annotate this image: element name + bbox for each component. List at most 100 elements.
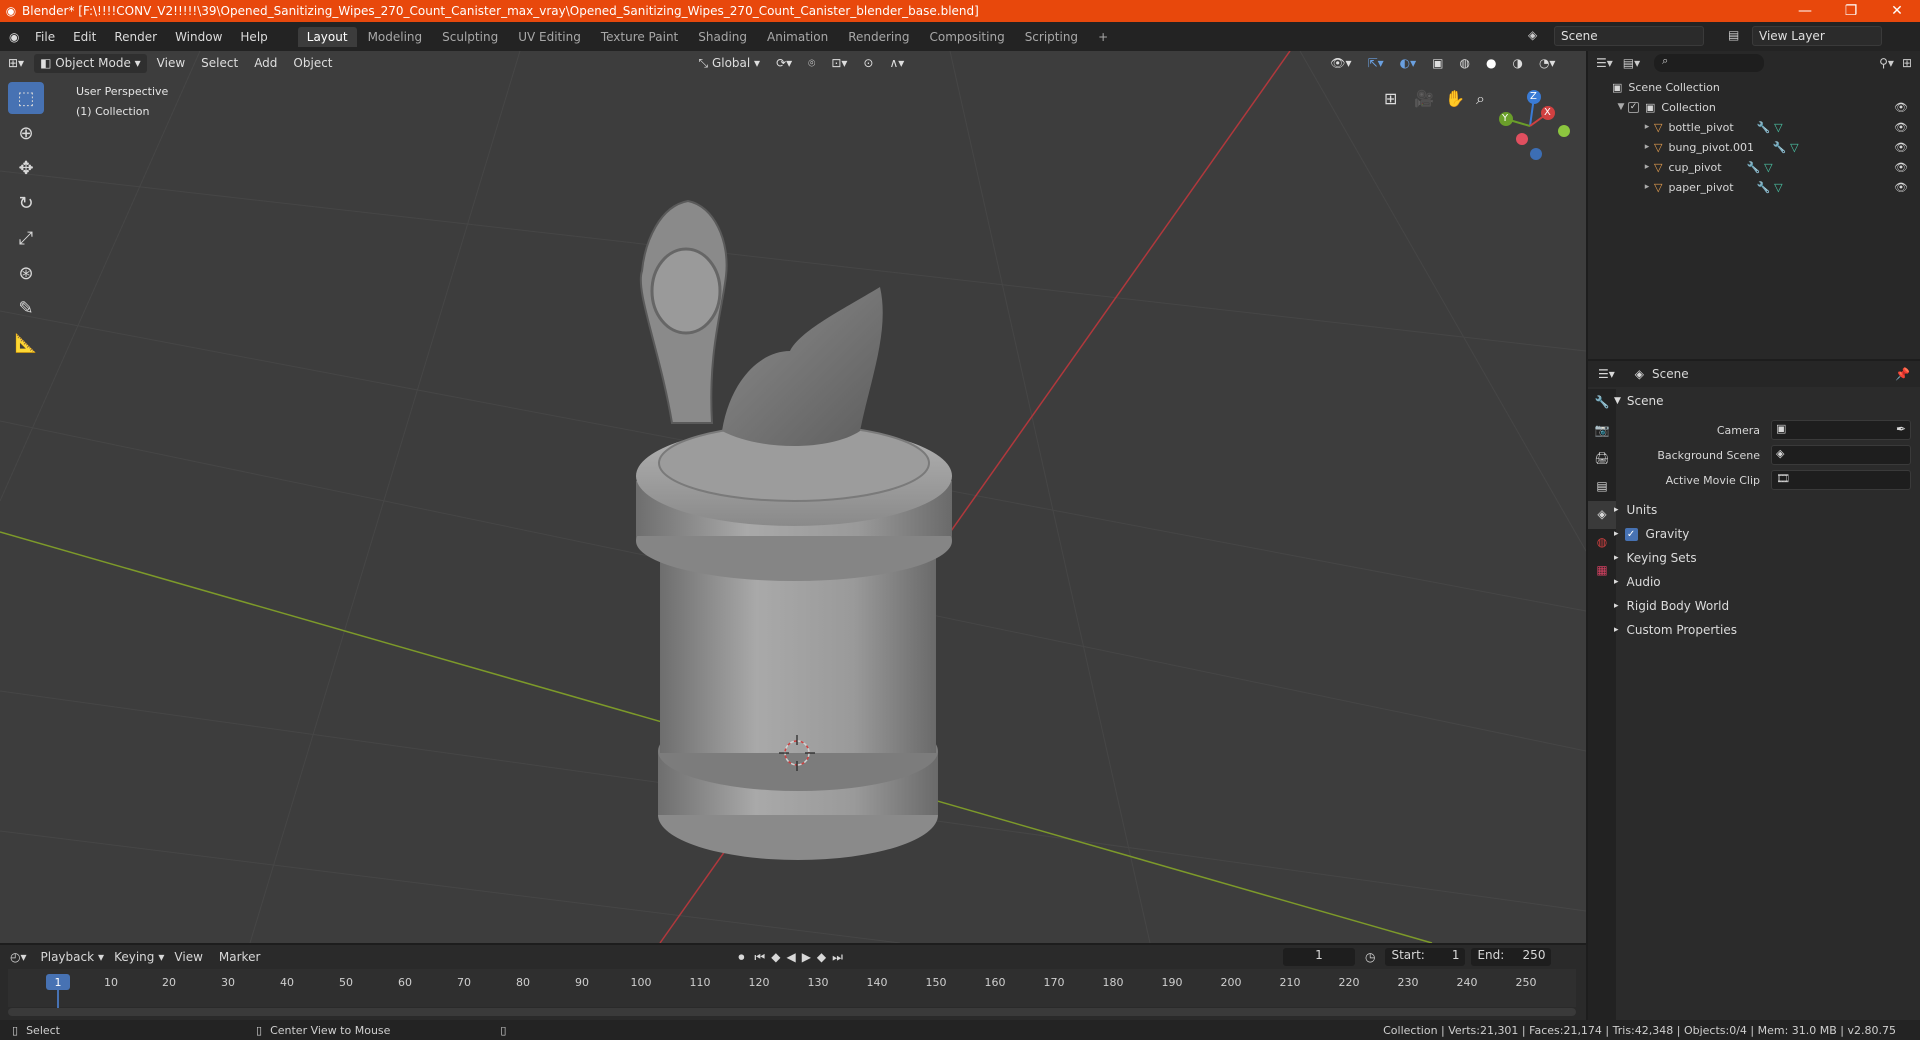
next-keyframe-icon[interactable]: ◆ bbox=[817, 950, 826, 964]
outliner-editor-icon[interactable]: ☰▾ bbox=[1596, 56, 1613, 70]
menu-render[interactable]: Render bbox=[105, 30, 166, 44]
scene-panel-header[interactable]: ▼ Scene bbox=[1614, 394, 1664, 408]
rendered-shading-icon[interactable]: ◔▾ bbox=[1533, 54, 1562, 73]
rigid-body-world-panel[interactable]: ▸ Rigid Body World bbox=[1614, 599, 1729, 613]
view-layer-selector[interactable]: View Layer bbox=[1752, 26, 1882, 46]
object-visibility-icon[interactable]: 👁 bbox=[1894, 141, 1908, 154]
record-icon[interactable]: ⏺ bbox=[738, 950, 744, 965]
menu-timeline-view[interactable]: View bbox=[174, 950, 202, 964]
minimize-icon[interactable]: — bbox=[1782, 3, 1828, 19]
outliner-row-object[interactable]: ▸ ▽ bung_pivot.001 🔧 ▽ 👁 bbox=[1588, 137, 1920, 157]
tab-uv-editing[interactable]: UV Editing bbox=[509, 27, 590, 47]
camera-field[interactable]: ▣ ✒ bbox=[1771, 420, 1911, 440]
expand-object-icon[interactable]: ▸ bbox=[1640, 182, 1654, 192]
proportional-edit-icon[interactable]: ⊙ bbox=[857, 54, 879, 73]
play-icon[interactable]: ▶ bbox=[802, 950, 811, 964]
menu-keying[interactable]: Keying bbox=[114, 950, 154, 964]
toggle-camera-grid-icon[interactable]: ⊞ bbox=[1384, 89, 1397, 108]
new-collection-icon[interactable]: ⊞ bbox=[1902, 56, 1912, 70]
tab-scripting[interactable]: Scripting bbox=[1016, 27, 1087, 47]
tool-tab-icon[interactable]: 🔧 bbox=[1588, 389, 1616, 417]
tab-texture-paint[interactable]: Texture Paint bbox=[592, 27, 687, 47]
tab-sculpting[interactable]: Sculpting bbox=[433, 27, 507, 47]
falloff-icon[interactable]: ∧▾ bbox=[883, 54, 910, 73]
expand-collection-icon[interactable]: ▼ bbox=[1614, 102, 1628, 112]
keying-sets-panel[interactable]: ▸ Keying Sets bbox=[1614, 551, 1697, 565]
start-frame-field[interactable]: Start: 1 bbox=[1385, 948, 1466, 966]
menu-object[interactable]: Object bbox=[287, 54, 338, 73]
menu-playback[interactable]: Playback bbox=[41, 950, 95, 964]
menu-add[interactable]: Add bbox=[248, 54, 283, 73]
add-workspace-button[interactable]: + bbox=[1089, 27, 1117, 47]
world-tab-icon[interactable]: ◍ bbox=[1588, 529, 1616, 557]
tab-shading[interactable]: Shading bbox=[689, 27, 756, 47]
editor-type-icon[interactable]: ⊞▾ bbox=[2, 54, 30, 73]
object-visibility-icon[interactable]: 👁 bbox=[1894, 181, 1908, 194]
measure-tool-icon[interactable]: 📐 bbox=[8, 327, 44, 359]
menu-window[interactable]: Window bbox=[166, 30, 231, 44]
units-panel[interactable]: ▸ Units bbox=[1614, 503, 1657, 517]
pivot-point-icon[interactable]: ⟳▾ bbox=[770, 54, 798, 73]
zoom-icon[interactable]: ⌕ bbox=[1476, 89, 1485, 109]
menu-file[interactable]: File bbox=[26, 30, 64, 44]
expand-object-icon[interactable]: ▸ bbox=[1640, 122, 1654, 132]
tab-layout[interactable]: Layout bbox=[297, 26, 357, 47]
outliner-search-input[interactable]: ⌕ bbox=[1654, 54, 1765, 72]
background-scene-field[interactable]: ◈ bbox=[1771, 445, 1911, 465]
gizmo-toggle-icon[interactable]: ⇱▾ bbox=[1362, 54, 1390, 73]
current-frame-field[interactable]: 1 bbox=[1282, 948, 1355, 966]
outliner-row-object[interactable]: ▸ ▽ cup_pivot 🔧 ▽ 👁 bbox=[1588, 157, 1920, 177]
snap-icon[interactable]: ⌾ bbox=[802, 54, 821, 73]
outliner-row-scene-collection[interactable]: ▣ Scene Collection bbox=[1588, 77, 1920, 97]
menu-edit[interactable]: Edit bbox=[64, 30, 105, 44]
annotate-tool-icon[interactable]: ✎ bbox=[8, 292, 44, 324]
camera-view-icon[interactable]: 🎥 bbox=[1414, 89, 1434, 108]
outliner-row-object[interactable]: ▸ ▽ paper_pivot 🔧 ▽ 👁 bbox=[1588, 177, 1920, 197]
menu-help[interactable]: Help bbox=[231, 30, 276, 44]
wireframe-shading-icon[interactable]: ◍ bbox=[1453, 54, 1475, 73]
select-box-tool-icon[interactable]: ⬚ bbox=[8, 82, 44, 114]
pin-icon[interactable]: 📌 bbox=[1895, 367, 1910, 381]
move-tool-icon[interactable]: ✥ bbox=[8, 152, 44, 184]
tab-compositing[interactable]: Compositing bbox=[920, 27, 1013, 47]
tab-modeling[interactable]: Modeling bbox=[359, 27, 432, 47]
overlay-toggle-icon[interactable]: ◐▾ bbox=[1394, 54, 1423, 73]
menu-view[interactable]: View bbox=[151, 54, 191, 73]
transform-orientation-dropdown[interactable]: ⤡ Global ▾ bbox=[693, 54, 767, 73]
collection-checkbox[interactable]: ✓ bbox=[1628, 101, 1639, 113]
tab-animation[interactable]: Animation bbox=[758, 27, 837, 47]
scene-icon[interactable]: ◈ bbox=[1528, 28, 1537, 42]
object-visibility-icon[interactable]: 👁 bbox=[1894, 161, 1908, 174]
eyedropper-icon[interactable]: ✒ bbox=[1896, 422, 1906, 436]
object-mode-dropdown[interactable]: ◧ Object Mode ▾ bbox=[34, 53, 147, 73]
rotate-tool-icon[interactable]: ↻ bbox=[8, 187, 44, 219]
scale-tool-icon[interactable]: ⤢ bbox=[8, 222, 44, 254]
timeline-editor-icon[interactable]: ◴▾ bbox=[10, 950, 27, 964]
texture-tab-icon[interactable]: ▦ bbox=[1588, 557, 1616, 585]
view-layer-icon[interactable]: ▤ bbox=[1728, 28, 1739, 42]
expand-object-icon[interactable]: ▸ bbox=[1640, 162, 1654, 172]
custom-properties-panel[interactable]: ▸ Custom Properties bbox=[1614, 623, 1737, 637]
play-reverse-icon[interactable]: ◀ bbox=[786, 950, 795, 964]
active-movie-clip-field[interactable]: 🎞 bbox=[1771, 470, 1911, 490]
prev-keyframe-icon[interactable]: ◆ bbox=[771, 950, 780, 964]
gravity-panel[interactable]: ▸ ✓ Gravity bbox=[1614, 527, 1689, 541]
outliner-row-object[interactable]: ▸ ▽ bottle_pivot 🔧 ▽ 👁 bbox=[1588, 117, 1920, 137]
jump-start-icon[interactable]: ⏮ bbox=[754, 950, 765, 965]
solid-shading-icon[interactable]: ● bbox=[1480, 54, 1502, 73]
preview-range-icon[interactable]: ◷ bbox=[1365, 950, 1375, 964]
blender-menu-icon[interactable]: ◉ bbox=[0, 30, 26, 44]
restore-icon[interactable]: ❐ bbox=[1828, 3, 1874, 19]
scene-selector[interactable]: Scene bbox=[1554, 26, 1704, 46]
xray-icon[interactable]: ▣ bbox=[1426, 54, 1449, 73]
tab-rendering[interactable]: Rendering bbox=[839, 27, 918, 47]
display-mode-icon[interactable]: ▤▾ bbox=[1623, 56, 1640, 70]
visibility-icon[interactable]: 👁▾ bbox=[1324, 54, 1357, 73]
timeline-scrollbar[interactable] bbox=[8, 1008, 1576, 1016]
audio-panel[interactable]: ▸ Audio bbox=[1614, 575, 1661, 589]
jump-end-icon[interactable]: ⏭ bbox=[832, 950, 843, 965]
transform-tool-icon[interactable]: ⊛ bbox=[8, 257, 44, 289]
collection-visibility-icon[interactable]: 👁 bbox=[1894, 101, 1908, 114]
snap-target-icon[interactable]: ⊡▾ bbox=[825, 54, 853, 73]
menu-marker[interactable]: Marker bbox=[219, 950, 260, 964]
